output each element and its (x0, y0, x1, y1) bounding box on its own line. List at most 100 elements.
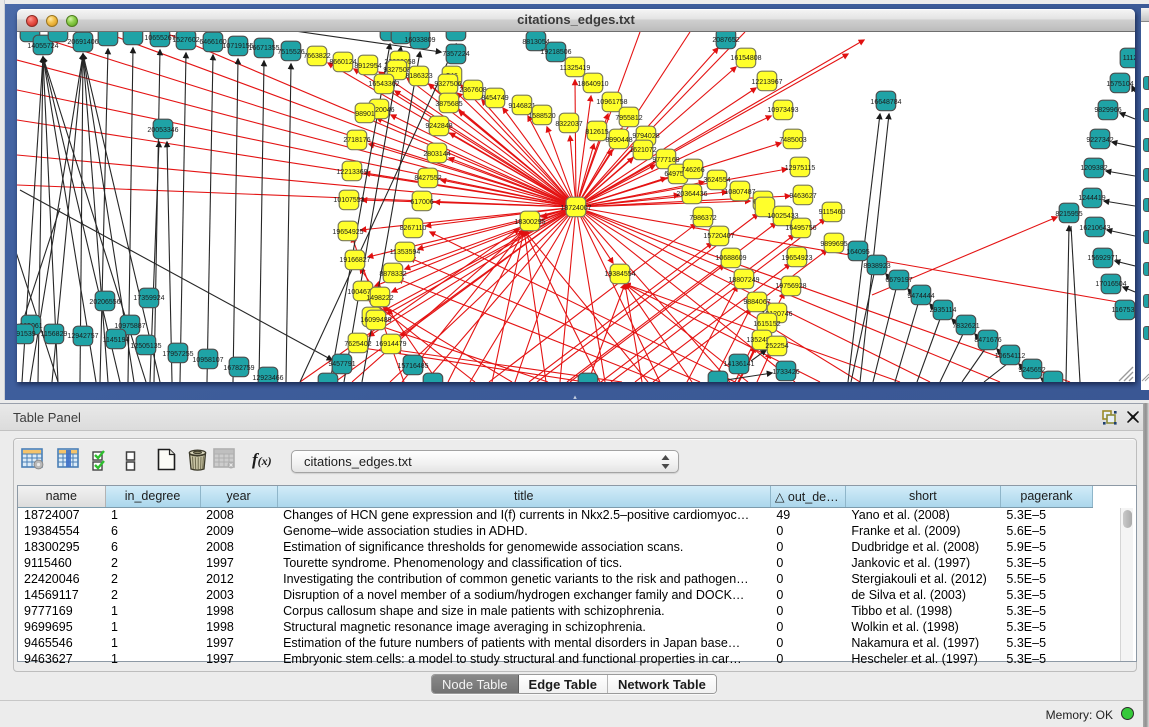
svg-text:18640910: 18640910 (577, 81, 608, 88)
svg-text:8215955: 8215955 (1055, 211, 1082, 218)
svg-text:98901: 98901 (355, 111, 375, 118)
svg-text:3624554: 3624554 (703, 177, 730, 184)
svg-text:14136141: 14136141 (723, 361, 754, 368)
svg-text:10958107: 10958107 (192, 357, 223, 364)
svg-text:12975115: 12975115 (785, 165, 816, 172)
svg-text:1145194: 1145194 (103, 337, 130, 344)
svg-text:1588520: 1588520 (528, 113, 555, 120)
svg-text:15692971: 15692971 (1087, 255, 1118, 262)
svg-text:812615: 812615 (585, 129, 608, 136)
svg-text:16210643: 16210643 (1079, 225, 1110, 232)
svg-text:8990448: 8990448 (605, 137, 632, 144)
svg-text:19756928: 19756928 (775, 283, 806, 290)
svg-text:1733426: 1733426 (772, 369, 799, 376)
svg-text:19654925: 19654925 (332, 229, 363, 236)
svg-text:164095: 164095 (846, 249, 869, 256)
svg-text:10107553: 10107553 (333, 197, 364, 204)
svg-text:9327506: 9327506 (434, 81, 461, 88)
svg-text:617006: 617006 (410, 199, 433, 206)
svg-text:9115460: 9115460 (819, 209, 846, 216)
svg-text:9829966: 9829966 (1094, 107, 1121, 114)
svg-text:19218506: 19218506 (540, 49, 571, 56)
svg-text:1209382: 1209382 (1080, 165, 1107, 172)
svg-text:1575104: 1575104 (1106, 81, 1133, 88)
svg-text:20691406: 20691406 (67, 39, 98, 46)
svg-text:16495756: 16495756 (785, 225, 816, 232)
svg-text:19654923: 19654923 (781, 255, 812, 262)
svg-text:10807487: 10807487 (724, 189, 755, 196)
svg-text:3875685: 3875685 (435, 101, 462, 108)
svg-text:6679197: 6679197 (885, 277, 912, 284)
svg-text:7515526: 7515526 (277, 49, 304, 56)
svg-text:8267110: 8267110 (400, 225, 427, 232)
svg-text:16154808: 16154808 (730, 55, 761, 62)
svg-text:16782759: 16782759 (223, 365, 254, 372)
svg-text:16914479: 16914479 (375, 341, 406, 348)
svg-text:14055724: 14055724 (27, 43, 58, 50)
svg-text:9794028: 9794028 (632, 133, 659, 140)
svg-text:252254: 252254 (765, 343, 788, 350)
svg-text:18807249: 18807249 (728, 277, 759, 284)
svg-text:1167531: 1167531 (1112, 307, 1135, 314)
svg-text:18724007: 18724007 (560, 205, 591, 212)
svg-text:12213967: 12213967 (751, 79, 782, 86)
svg-text:11325419: 11325419 (560, 65, 591, 72)
svg-text:1615152: 1615152 (753, 321, 780, 328)
svg-text:12942757: 12942757 (67, 333, 98, 340)
svg-text:8471676: 8471676 (974, 337, 1001, 344)
svg-text:2803144: 2803144 (423, 151, 450, 158)
svg-text:1527602: 1527602 (172, 37, 199, 44)
svg-text:17016504: 17016504 (1095, 281, 1126, 288)
svg-text:10973493: 10973493 (767, 107, 798, 114)
svg-text:2718176: 2718176 (343, 137, 370, 144)
svg-text:9245652: 9245652 (1018, 367, 1045, 374)
svg-text:7986372: 7986372 (689, 215, 716, 222)
svg-text:1621072: 1621072 (629, 147, 656, 154)
svg-text:9777169: 9777169 (652, 157, 679, 164)
svg-text:9227342: 9227342 (1086, 137, 1113, 144)
svg-text:10688609: 10688609 (715, 255, 746, 262)
svg-text:10655267: 10655267 (144, 35, 175, 42)
svg-text:20053346: 20053346 (147, 127, 178, 134)
svg-text:8938923: 8938923 (863, 263, 890, 270)
svg-text:9474444: 9474444 (907, 293, 934, 300)
svg-text:9242848: 9242848 (425, 123, 452, 130)
svg-text:8813054: 8813054 (522, 39, 549, 46)
svg-text:1244419: 1244419 (1078, 195, 1105, 202)
svg-text:1156829: 1156829 (41, 331, 68, 338)
svg-text:19384554: 19384554 (604, 271, 635, 278)
svg-text:10961758: 10961758 (596, 99, 627, 106)
svg-text:391539: 391539 (17, 331, 36, 338)
svg-text:9463627: 9463627 (789, 193, 816, 200)
svg-text:12923466: 12923466 (252, 375, 283, 382)
svg-text:17359924: 17359924 (133, 295, 164, 302)
svg-text:16099489: 16099489 (360, 317, 391, 324)
svg-text:7955812: 7955812 (615, 115, 642, 122)
svg-text:8427552: 8427552 (414, 175, 441, 182)
svg-text:10654112: 10654112 (995, 353, 1026, 360)
svg-text:8660124: 8660124 (329, 59, 356, 66)
svg-text:7832621: 7832621 (952, 323, 979, 330)
svg-text:2367608: 2367608 (459, 87, 486, 94)
svg-text:8878332: 8878332 (379, 271, 406, 278)
svg-text:9146821: 9146821 (508, 103, 535, 110)
svg-text:11353594: 11353594 (390, 249, 421, 256)
svg-text:9899695: 9899695 (820, 241, 847, 248)
svg-text:8322037: 8322037 (555, 121, 582, 128)
svg-text:19166827: 19166827 (339, 257, 370, 264)
svg-text:12505135: 12505135 (130, 343, 161, 350)
svg-text:8912954: 8912954 (354, 63, 381, 70)
svg-text:16671355: 16671355 (248, 45, 279, 52)
svg-text:16033809: 16033809 (404, 37, 435, 44)
svg-text:16543362: 16543362 (368, 81, 399, 88)
svg-text:2935114: 2935114 (930, 307, 957, 314)
svg-text:746266: 746266 (681, 167, 704, 174)
svg-text:15716485: 15716485 (397, 363, 428, 370)
svg-text:1498222: 1498222 (366, 295, 393, 302)
svg-text:2087652: 2087652 (712, 37, 739, 44)
svg-text:7663822: 7663822 (303, 53, 330, 60)
svg-text:7485003: 7485003 (779, 137, 806, 144)
svg-text:8454749: 8454749 (481, 95, 508, 102)
svg-text:8186323: 8186323 (405, 73, 432, 80)
svg-text:17957255: 17957255 (162, 351, 193, 358)
